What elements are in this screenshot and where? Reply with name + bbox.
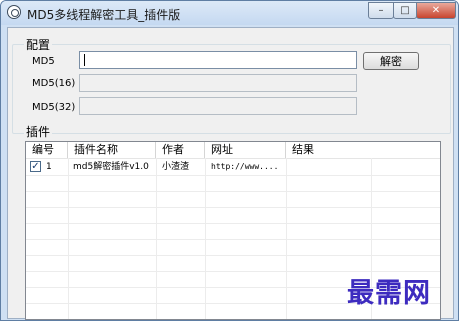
- maximize-button[interactable]: □: [393, 2, 417, 19]
- grid-line: [26, 255, 440, 256]
- column-header-name[interactable]: 插件名称: [68, 142, 156, 158]
- md5-16-output: [79, 74, 357, 92]
- checkbox-check-icon: ✓: [31, 161, 40, 172]
- close-button[interactable]: ✕: [416, 2, 456, 19]
- grid-line: [26, 191, 440, 192]
- cell-url: http://www....: [211, 162, 279, 171]
- minimize-button[interactable]: –: [368, 2, 394, 19]
- decrypt-button[interactable]: 解密: [363, 52, 419, 70]
- column-header-author[interactable]: 作者: [156, 142, 205, 158]
- title-bar[interactable]: MD5多线程解密工具_插件版 – □ ✕: [1, 1, 458, 25]
- cell-id: 1: [46, 162, 52, 172]
- text-caret: [84, 54, 85, 66]
- column-header-id[interactable]: 编号: [26, 142, 68, 158]
- plugin-checkbox[interactable]: ✓: [30, 161, 41, 172]
- grid-line: [26, 175, 440, 176]
- grid-line: [26, 239, 440, 240]
- config-group-label: 配置: [24, 36, 53, 53]
- md5-32-output: [79, 97, 357, 115]
- app-icon: [7, 5, 21, 19]
- grid-line: [26, 207, 440, 208]
- grid-line: [26, 223, 440, 224]
- column-header-result[interactable]: 结果: [286, 142, 440, 158]
- watermark-text: 最需网: [347, 278, 431, 309]
- md5-input[interactable]: [79, 51, 357, 69]
- md5-16-label: MD5(16): [32, 78, 76, 89]
- plugins-group-label: 插件: [24, 123, 53, 140]
- cell-name: md5解密插件v1.0: [73, 162, 149, 172]
- md5-32-label: MD5(32): [32, 102, 76, 113]
- app-window: MD5多线程解密工具_插件版 – □ ✕ 配置 MD5 解密 MD5(16) M…: [0, 0, 459, 321]
- column-header-url[interactable]: 网址: [205, 142, 286, 158]
- md5-label: MD5: [32, 56, 55, 67]
- window-title: MD5多线程解密工具_插件版: [27, 8, 181, 22]
- cell-author: 小渣渣: [162, 162, 190, 172]
